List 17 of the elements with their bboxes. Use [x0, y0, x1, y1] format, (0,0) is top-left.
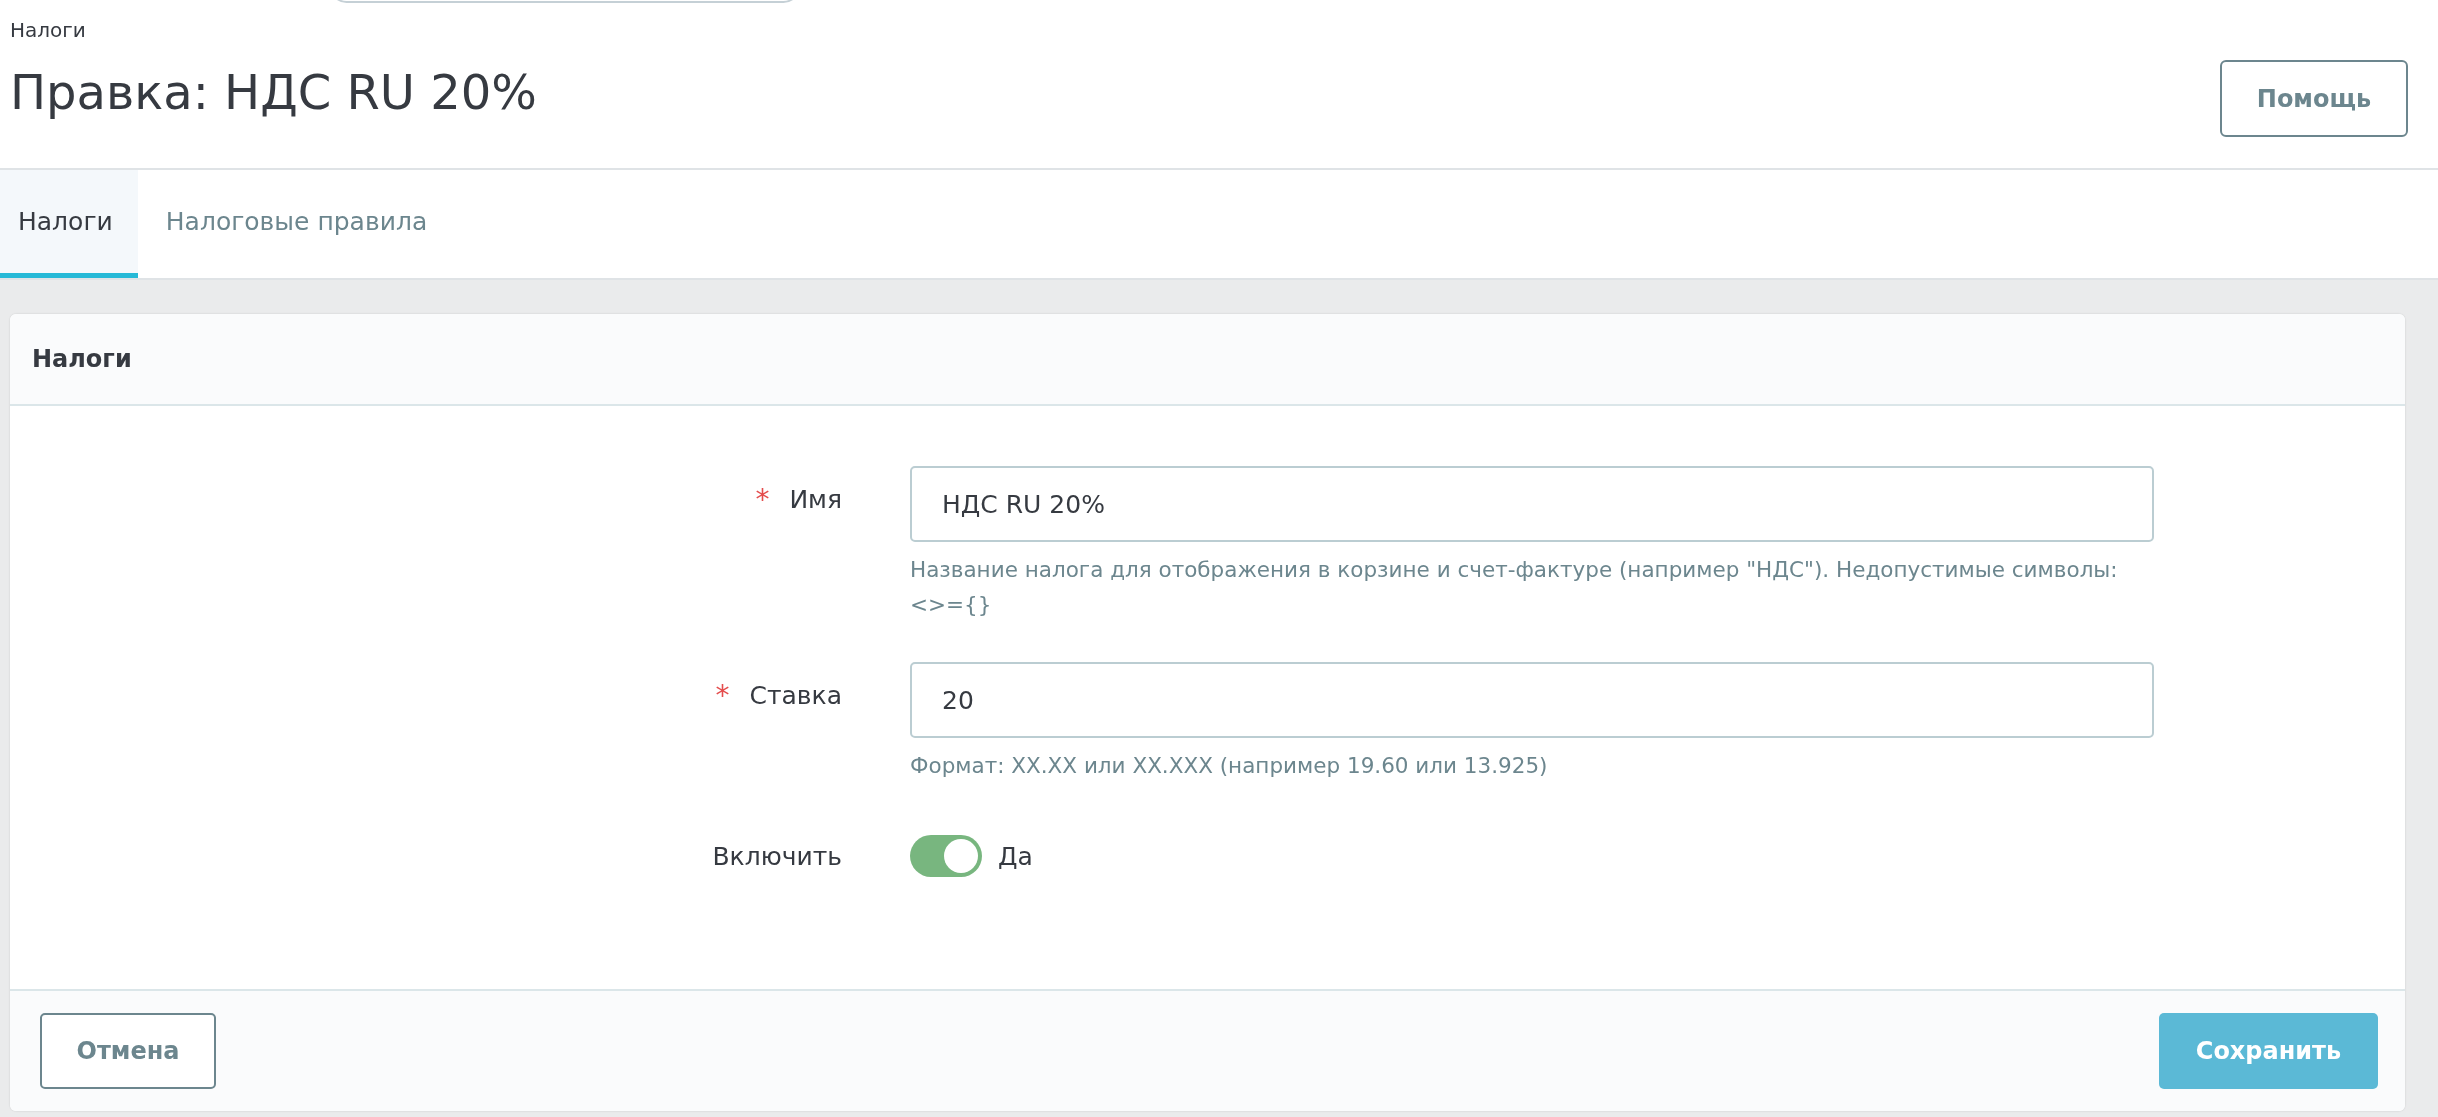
cancel-button[interactable]: Отмена [40, 1013, 216, 1089]
text-field[interactable]: НДС RU 20% [910, 466, 2154, 542]
tab[interactable]: Налоги [0, 170, 138, 278]
breadcrumb[interactable]: Налоги [10, 18, 537, 42]
required-asterisk: * [715, 678, 730, 712]
text-field[interactable]: 20 [910, 662, 2154, 738]
page-title: Правка: НДС RU 20% [10, 64, 537, 120]
card-title: Налоги [32, 345, 132, 373]
help-text: Название налога для отображения в корзине и счет-фактуре (например "НДС"). Недопустимые символы: <>={} [910, 556, 2119, 619]
field-label: Включить [712, 841, 842, 871]
field-label: Ставка [749, 680, 842, 710]
help-button[interactable]: Помощь [2220, 60, 2408, 137]
help-text: Формат: XX.XX или XX.XXX (например 19.60 или 13.925) [910, 752, 1549, 780]
required-asterisk: * [755, 482, 770, 516]
switch-label: Да [998, 841, 1033, 871]
toggle-switch[interactable] [910, 835, 982, 877]
field-label: Имя [789, 484, 842, 514]
